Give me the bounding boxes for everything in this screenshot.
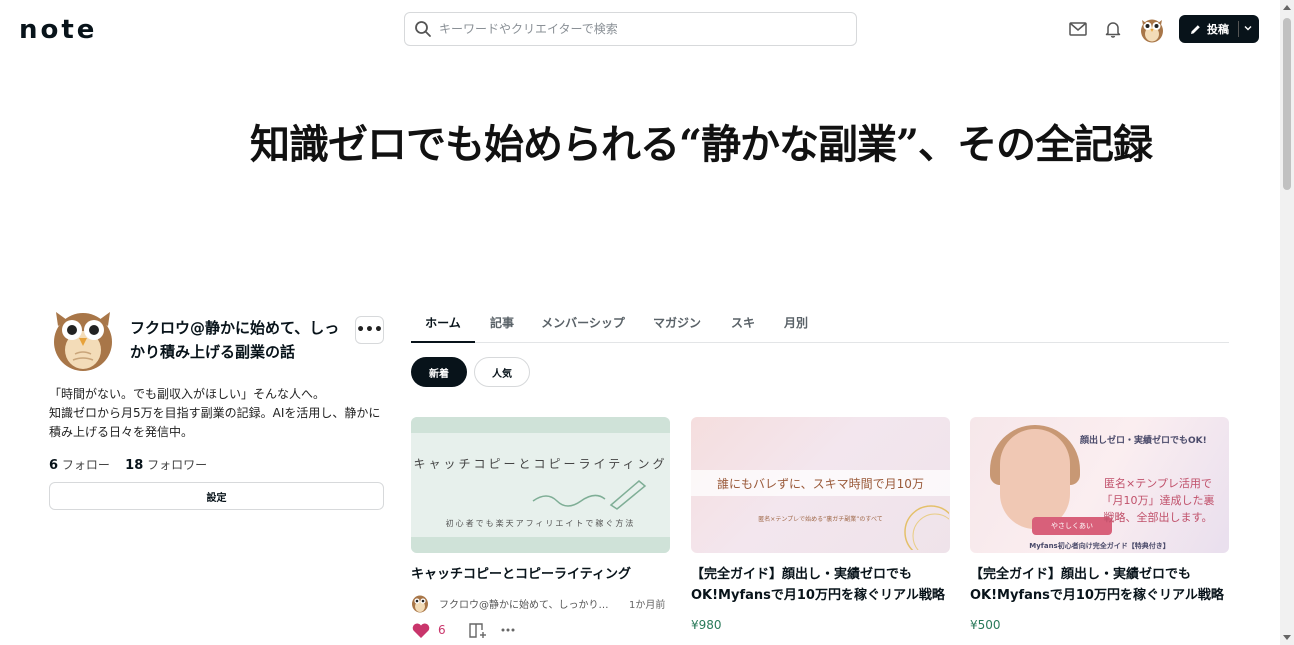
follow-label: フォロー <box>61 458 110 472</box>
user-avatar[interactable] <box>1139 15 1165 43</box>
follow-stats: 6 フォロー 18 フォロワー <box>49 456 207 473</box>
pencil-icon <box>1191 24 1200 34</box>
thumb-text: 顔出しゼロ・実績ゼロでもOK! <box>1080 436 1207 446</box>
follow-link[interactable]: 6 フォロー <box>49 458 110 473</box>
thumb-band <box>411 537 670 553</box>
scroll-up-arrow-icon[interactable] <box>1283 5 1291 10</box>
page-scrollbar[interactable] <box>1280 0 1294 645</box>
tab-likes[interactable]: スキ <box>721 310 765 343</box>
note-logo[interactable]: note <box>19 15 97 45</box>
more-options-button[interactable]: ••• <box>355 316 384 344</box>
thumb-text: 誰にもバレずに、スキマ時間で月10万 <box>717 477 924 491</box>
article-price: ¥500 <box>970 618 1001 632</box>
mail-icon[interactable] <box>1068 19 1088 39</box>
profile-avatar <box>54 312 112 371</box>
bio-line: 「時間がない。でも副収入がほしい」そんな人へ。 <box>49 387 326 401</box>
article-actions: 6 <box>411 621 670 639</box>
pen-icon <box>532 480 647 510</box>
post-button[interactable]: 投稿 <box>1179 15 1259 43</box>
bio-line: 知識ゼロから月5万を目指す副業の記録。AIを活用し、静かに積み上げる日々を発信中… <box>49 406 381 439</box>
profile-name[interactable]: フクロウ@静かに始めて、しっかり積み上げる副業の話 <box>130 316 350 364</box>
top-header: note 投稿 <box>0 0 1280 58</box>
article-thumbnail[interactable]: やさしくあい 顔出しゼロ・実績ゼロでもOK! 匿名×テンプレ活用で「月10万」達… <box>970 417 1229 553</box>
chevron-down-icon[interactable] <box>1243 23 1253 33</box>
search-box[interactable] <box>404 12 857 46</box>
tab-membership[interactable]: メンバーシップ <box>535 310 631 343</box>
article-title[interactable]: 【完全ガイド】顔出し・実績ゼロでもOK!Myfansで月10万円を稼ぐリアル戦略 <box>970 564 1229 606</box>
scrollbar-thumb[interactable] <box>1283 18 1291 190</box>
scroll-down-arrow-icon[interactable] <box>1283 635 1291 640</box>
heart-icon[interactable] <box>411 621 431 639</box>
filter-new-button[interactable]: 新着 <box>411 357 467 387</box>
thumb-subtext: 初心者でも楽天アフィリエイトで稼ぐ方法 <box>445 519 636 528</box>
follow-count: 6 <box>49 458 59 473</box>
follower-link[interactable]: 18 フォロワー <box>125 458 208 473</box>
tab-articles[interactable]: 記事 <box>475 310 529 343</box>
published-time: 1か月前 <box>629 599 666 611</box>
tab-home[interactable]: ホーム <box>411 310 475 343</box>
follower-count: 18 <box>125 458 144 473</box>
search-input[interactable] <box>439 13 849 45</box>
article-price: ¥980 <box>691 618 722 632</box>
settings-button[interactable]: 設定 <box>49 482 384 510</box>
post-button-label: 投稿 <box>1207 23 1229 36</box>
thumb-text: キャッチコピーとコピーライティング <box>413 457 668 471</box>
article-thumbnail[interactable]: キャッチコピーとコピーライティング 初心者でも楽天アフィリエイトで稼ぐ方法 <box>411 417 670 553</box>
add-to-magazine-icon[interactable] <box>468 621 488 639</box>
article-card[interactable]: 誰にもバレずに、スキマ時間で月10万 匿名×テンプレで始める“裏ガチ副業”のすべ… <box>691 417 950 632</box>
profile-bio: 「時間がない。でも副収入がほしい」そんな人へ。 知識ゼロから月5万を目指す副業の… <box>49 385 384 442</box>
article-title[interactable]: キャッチコピーとコピーライティング <box>411 564 670 585</box>
follower-label: フォロワー <box>147 458 208 472</box>
article-meta: フクロウ@静かに始めて、しっかり… 1か月前 <box>411 593 670 613</box>
woman-photo <box>1000 429 1070 529</box>
tab-magazine[interactable]: マガジン <box>645 310 709 343</box>
gold-ring-decoration <box>904 505 949 550</box>
thumb-band <box>411 417 670 433</box>
filter-popular-button[interactable]: 人気 <box>474 357 530 387</box>
thumb-caption: Myfans初心者向け完全ガイド【特典付き】 <box>1029 542 1170 550</box>
author-name[interactable]: フクロウ@静かに始めて、しっかり… <box>439 596 619 611</box>
search-icon <box>415 21 431 37</box>
article-title[interactable]: 【完全ガイド】顔出し・実績ゼロでもOK!Myfansで月10万円を稼ぐリアル戦略 <box>691 564 950 606</box>
thumb-subtext: 匿名×テンプレ活用で「月10万」達成した裏戦略、全部出します。 <box>1101 477 1215 524</box>
article-card[interactable]: やさしくあい 顔出しゼロ・実績ゼロでもOK! 匿名×テンプレ活用で「月10万」達… <box>970 417 1229 632</box>
post-button-divider <box>1238 21 1239 37</box>
like-count: 6 <box>438 623 446 637</box>
banner-title: 知識ゼロでも始められる“静かな副業”、その全記録 <box>250 121 1153 168</box>
bell-icon[interactable] <box>1103 19 1123 39</box>
profile-tabs: ホーム 記事 メンバーシップ マガジン スキ 月別 <box>411 310 1229 343</box>
tab-monthly[interactable]: 月別 <box>775 310 817 343</box>
author-avatar[interactable] <box>411 593 429 613</box>
more-icon[interactable] <box>500 627 516 633</box>
article-card[interactable]: キャッチコピーとコピーライティング 初心者でも楽天アフィリエイトで稼ぐ方法 キャ… <box>411 417 670 639</box>
article-thumbnail[interactable]: 誰にもバレずに、スキマ時間で月10万 匿名×テンプレで始める“裏ガチ副業”のすべ… <box>691 417 950 553</box>
